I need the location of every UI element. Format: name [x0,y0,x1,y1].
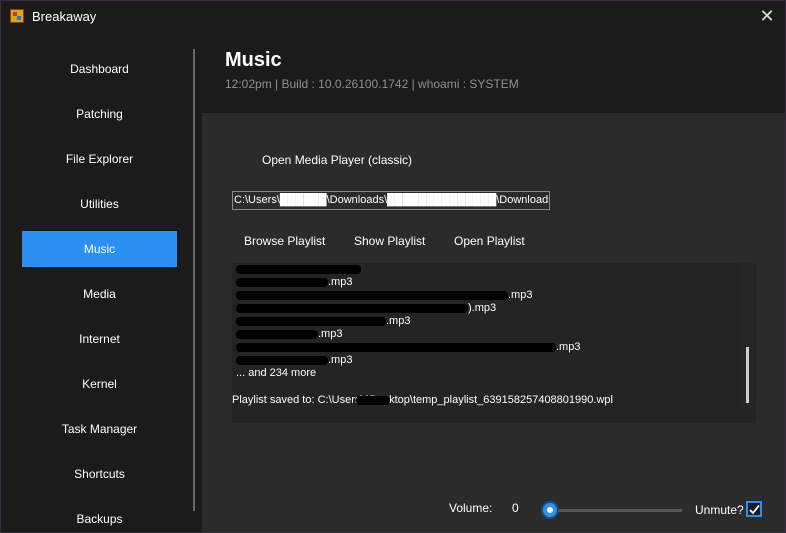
playlist-output[interactable]: .mp3 .mp3 ).mp3 .mp3 .mp3 .mp3 .mp3 ... … [232,263,756,423]
redacted-text [236,317,386,326]
output-line: .mp3 [328,276,353,288]
volume-slider-thumb[interactable] [543,503,557,517]
redacted-text [236,343,556,352]
sidebar-item-dashboard[interactable]: Dashboard [22,51,177,87]
output-line: .mp3 [386,315,411,327]
output-line: .mp3 [556,341,581,353]
output-scrollbar[interactable] [740,263,754,407]
sidebar: Dashboard Patching File Explorer Utiliti… [1,32,197,532]
sidebar-divider [193,49,195,511]
redacted-text [236,304,468,313]
sidebar-item-backups[interactable]: Backups [22,501,177,532]
sidebar-item-media[interactable]: Media [22,276,177,312]
app-logo-icon [10,9,24,23]
browse-playlist-button[interactable]: Browse Playlist [244,234,325,248]
volume-slider-track[interactable] [544,509,682,512]
output-line: .mp3 [508,289,533,301]
playlist-path-input[interactable]: C:\Users\██████\Downloads\██████████████… [232,191,550,210]
redacted-text [236,356,328,365]
music-panel: Open Media Player (classic) C:\Users\███… [202,113,785,532]
page-title: Music [225,49,282,71]
output-line: .mp3 [318,328,343,340]
sidebar-item-file-explorer[interactable]: File Explorer [22,141,177,177]
scrollbar-thumb[interactable] [746,347,749,403]
unmute-label: Unmute? [695,503,744,517]
playlist-saved-message: Playlist saved to: C:\Users\ \Desktop\te… [232,394,613,406]
title-bar: Breakaway ✕ [1,1,785,32]
sidebar-item-shortcuts[interactable]: Shortcuts [22,456,177,492]
open-playlist-button[interactable]: Open Playlist [454,234,525,248]
output-more: ... and 234 more [236,367,317,379]
sidebar-item-patching[interactable]: Patching [22,96,177,132]
volume-label: Volume: [449,501,493,515]
sidebar-item-internet[interactable]: Internet [22,321,177,357]
redacted-text [236,291,508,300]
checkmark-icon [749,504,760,515]
redacted-text [236,265,361,274]
sidebar-item-task-manager[interactable]: Task Manager [22,411,177,447]
redacted-text [356,396,390,405]
unmute-checkbox[interactable] [746,501,762,517]
close-icon[interactable]: ✕ [755,4,779,28]
show-playlist-button[interactable]: Show Playlist [354,234,425,248]
sidebar-item-utilities[interactable]: Utilities [22,186,177,222]
redacted-text [236,330,318,339]
open-media-player-button[interactable]: Open Media Player (classic) [262,153,412,167]
output-line: .mp3 [328,354,353,366]
sidebar-item-music[interactable]: Music [22,231,177,267]
sidebar-item-kernel[interactable]: Kernel [22,366,177,402]
page-subtitle: 12:02pm | Build : 10.0.26100.1742 | whoa… [225,77,519,91]
redacted-text [236,278,328,287]
app-window: Breakaway ✕ Dashboard Patching File Expl… [0,0,786,533]
volume-value: 0 [512,501,519,515]
output-line: ).mp3 [468,302,497,314]
window-title: Breakaway [32,9,97,24]
